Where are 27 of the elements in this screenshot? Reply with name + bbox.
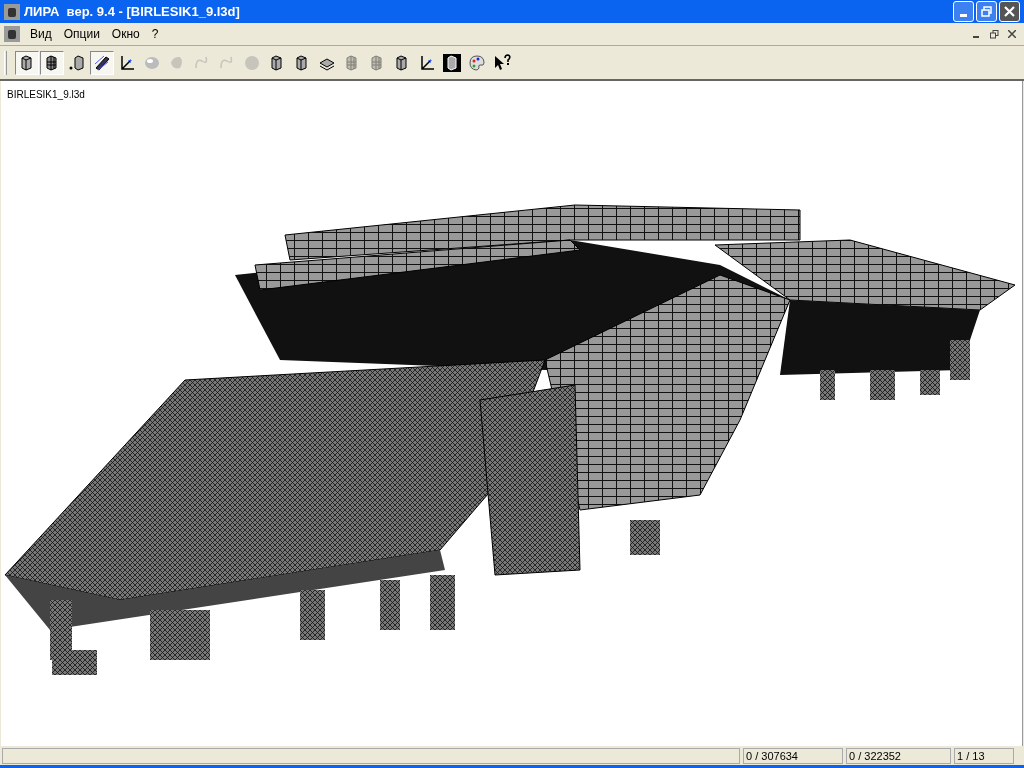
palette-icon	[467, 52, 487, 73]
app-icon	[4, 3, 20, 20]
status-panel: 0 / 307634	[743, 747, 843, 764]
toolbar-button[interactable]	[40, 50, 64, 75]
restore-icon	[989, 29, 999, 39]
menu-item[interactable]: Окно	[105, 25, 146, 43]
menu-item[interactable]: Опции	[57, 25, 106, 43]
help-cursor-icon	[492, 52, 512, 73]
minimize-button[interactable]	[953, 1, 974, 22]
cube-icon	[442, 52, 462, 73]
menu-item[interactable]: Вид	[24, 25, 58, 43]
close-icon	[1008, 30, 1016, 38]
restore-button[interactable]	[976, 1, 997, 22]
close-icon	[1004, 6, 1015, 17]
document-icon[interactable]	[4, 26, 20, 42]
status-panel: 0 / 322352	[846, 747, 951, 764]
close-button[interactable]	[999, 1, 1020, 22]
toolbar-button[interactable]	[90, 50, 114, 75]
status-panel: 1 / 13	[954, 747, 1014, 764]
node-cube-icon	[67, 52, 87, 73]
toolbar-button[interactable]	[15, 50, 39, 75]
window-title: ЛИРА вер. 9.4 - [BIRLESIK1_9.l3d]	[24, 2, 240, 21]
minimize-icon	[973, 36, 979, 38]
menu-item[interactable]: ?	[145, 25, 165, 43]
restore-icon	[981, 6, 992, 17]
minimize-icon	[960, 14, 967, 17]
document-label: BIRLESIK1_9.l3d	[7, 88, 85, 102]
